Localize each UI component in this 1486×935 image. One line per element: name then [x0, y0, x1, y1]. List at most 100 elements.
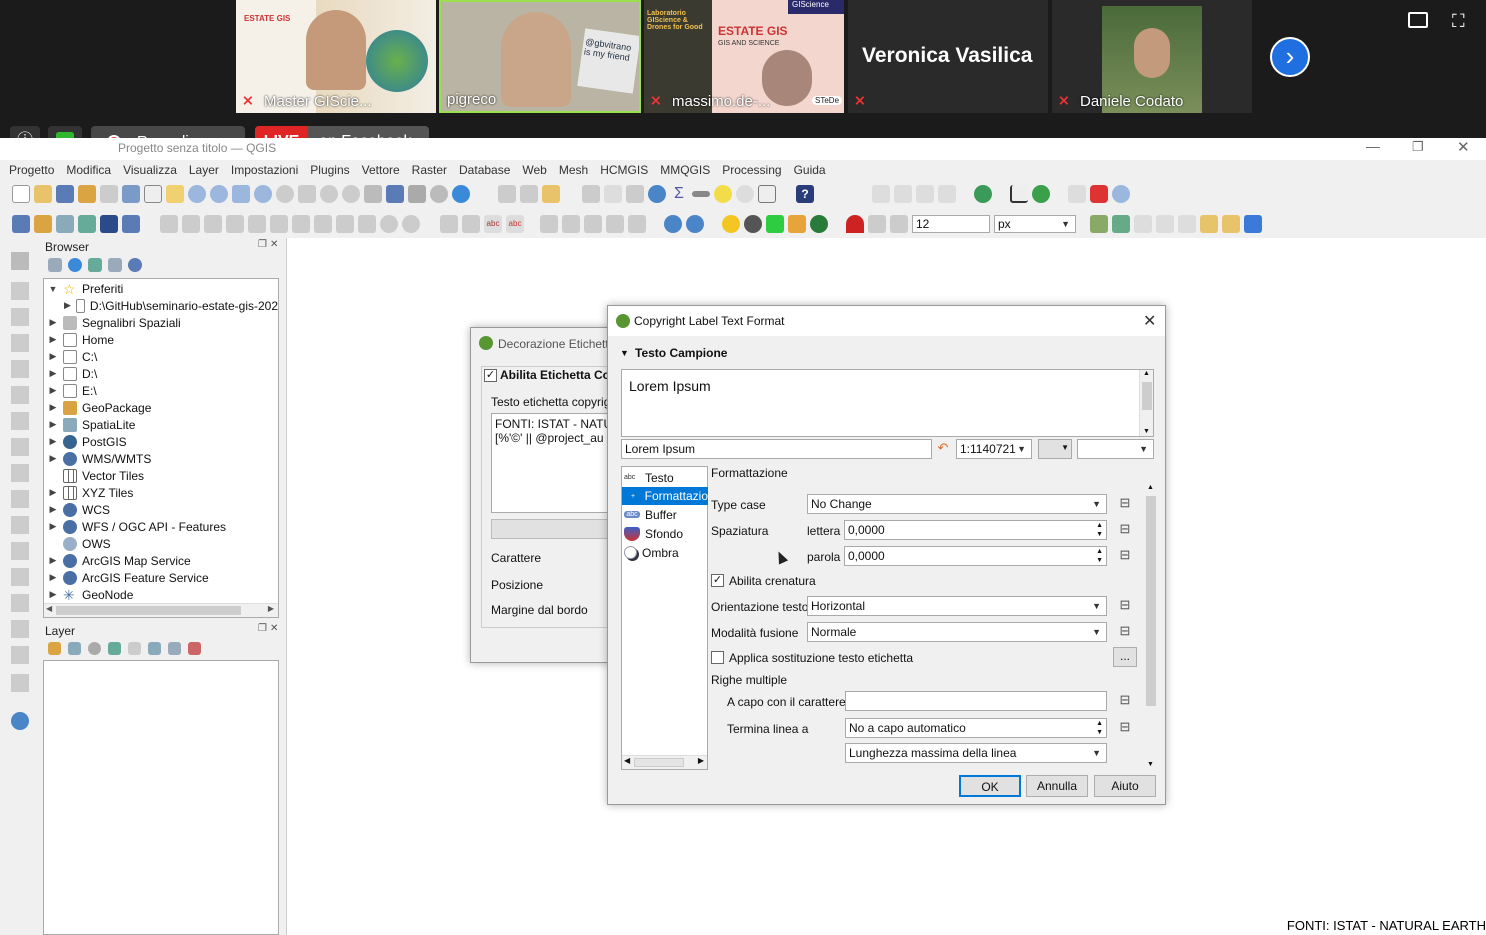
background-color-button[interactable]: ▼ [1038, 439, 1072, 459]
menu-guida[interactable]: Guida [794, 163, 826, 177]
collapse-all-icon[interactable] [108, 258, 122, 272]
enable-checkbox[interactable]: ✓ [484, 369, 497, 382]
data-defined-override-icon[interactable]: ⊟ [1115, 495, 1135, 513]
tool-icon-15[interactable] [11, 620, 29, 638]
sample-section-title[interactable]: Testo Campione [635, 346, 727, 360]
menu-hcmgis[interactable]: HCMGIS [600, 163, 648, 177]
expand-arrow-icon[interactable]: ▶ [48, 436, 58, 447]
zoom-in-icon[interactable] [188, 185, 206, 203]
show-bookmarks-icon[interactable] [408, 185, 426, 203]
snapping-tool-icon[interactable] [868, 215, 886, 233]
expand-arrow-icon[interactable]: ▶ [64, 300, 71, 311]
tool-icon-7[interactable] [11, 412, 29, 430]
participant-tile[interactable]: Laboratorio GIScience & Drones for Good … [644, 0, 844, 113]
show-labels-icon[interactable] [562, 215, 580, 233]
tab-buffer[interactable]: abc Buffer [624, 506, 707, 523]
preview-scrollbar[interactable]: ▲ ▼ [1139, 370, 1153, 436]
scrollbar-thumb[interactable] [634, 758, 684, 767]
snap-dropdown-icon[interactable] [890, 215, 908, 233]
tree-item-e-drive[interactable]: ▶ E:\ [48, 382, 278, 399]
spin-arrows-icon[interactable]: ▲ ▼ [1096, 547, 1103, 565]
tree-item-preferiti[interactable]: ▼ ☆ Preferiti [48, 280, 278, 297]
unit-select[interactable]: px ▼ [994, 215, 1076, 233]
add-geopackage-icon[interactable] [34, 215, 52, 233]
node-tool-icon[interactable] [270, 215, 288, 233]
zoom-layer-icon[interactable] [276, 185, 294, 203]
tab-formattazione[interactable]: + Formattazio [622, 487, 708, 505]
add-group-icon[interactable] [68, 642, 81, 655]
label-abc-icon[interactable]: abc [484, 215, 502, 233]
cancel-button[interactable]: Annulla [1026, 775, 1088, 797]
menu-modifica[interactable]: Modifica [66, 163, 111, 177]
delete-feature-icon[interactable] [292, 215, 310, 233]
wrap-mode-select[interactable]: Lunghezza massima della linea ▼ [845, 743, 1107, 763]
tool-icon-14[interactable] [11, 594, 29, 612]
tree-item-geonode[interactable]: ▶ ✳ GeoNode [48, 586, 278, 603]
sample-text-input[interactable]: Lorem Ipsum [621, 439, 932, 459]
zoom-native-icon[interactable] [298, 185, 316, 203]
formatting-scrollbar[interactable]: ▲ ▼ [1144, 484, 1158, 768]
menu-layer[interactable]: Layer [189, 163, 219, 177]
expand-arrow-icon[interactable]: ▶ [48, 487, 58, 498]
visibility-icon[interactable] [88, 642, 101, 655]
restore-icon[interactable]: ❐ [1412, 139, 1424, 155]
tool-icon-10[interactable] [11, 490, 29, 508]
substitution-checkbox[interactable] [711, 651, 724, 664]
tree-item-bookmarks[interactable]: ▶ Segnalibri Spaziali [48, 314, 278, 331]
expand-arrow-icon[interactable]: ▶ [48, 504, 58, 515]
bookmark-icon[interactable] [386, 185, 404, 203]
menu-impostazioni[interactable]: Impostazioni [231, 163, 298, 177]
info-plugin-icon[interactable] [810, 215, 828, 233]
close-panel-icon[interactable]: ✕ [270, 623, 278, 634]
fullscreen-icon[interactable]: ⛶ [1452, 12, 1470, 30]
scale-combobox[interactable]: 1:1140721 ▼ [956, 439, 1032, 459]
expand-arrow-icon[interactable]: ▶ [48, 453, 58, 464]
filter-icon[interactable] [108, 642, 121, 655]
tab-ombra[interactable]: Ombra [624, 544, 707, 561]
expand-arrow-icon[interactable]: ▶ [48, 368, 58, 379]
split-icon[interactable] [1134, 215, 1152, 233]
select-value-icon[interactable] [520, 185, 538, 203]
plugin-icon[interactable] [1090, 185, 1108, 203]
tree-item-postgis[interactable]: ▶ PostGIS [48, 433, 278, 450]
select-feature-icon[interactable] [498, 185, 516, 203]
measure-icon[interactable] [692, 191, 710, 197]
zoom-full-icon[interactable] [232, 185, 250, 203]
menu-visualizza[interactable]: Visualizza [123, 163, 177, 177]
data-source-manager-icon[interactable] [12, 215, 30, 233]
participant-tile[interactable]: ⨯ Daniele Codato [1052, 0, 1252, 113]
data-defined-override-icon[interactable]: ⊟ [1115, 597, 1135, 615]
menu-plugins[interactable]: Plugins [310, 163, 349, 177]
paste-feature-icon[interactable] [358, 215, 376, 233]
layout-manager-icon[interactable] [100, 185, 118, 203]
tree-item-geopackage[interactable]: ▶ GeoPackage [48, 399, 278, 416]
zoom-selection-icon[interactable] [254, 185, 272, 203]
ok-button[interactable]: OK [959, 775, 1021, 797]
tool-icon-8[interactable] [11, 438, 29, 456]
terrain-icon[interactable] [766, 215, 784, 233]
profile-icon[interactable] [1010, 185, 1028, 203]
digitize-pen-icon[interactable] [1200, 215, 1218, 233]
rotate-label-icon[interactable] [606, 215, 624, 233]
move-feature-icon[interactable] [248, 215, 266, 233]
menu-raster[interactable]: Raster [412, 163, 447, 177]
data-defined-override-icon[interactable]: ⊟ [1115, 521, 1135, 539]
tool-icon-18[interactable] [11, 712, 29, 730]
collapse-all-icon[interactable] [168, 642, 181, 655]
web-icon[interactable] [686, 215, 704, 233]
magnet-icon[interactable] [846, 215, 864, 233]
toggle-edit-icon[interactable] [182, 215, 200, 233]
deselect-icon[interactable] [542, 185, 560, 203]
expand-arrow-icon[interactable]: ▶ [48, 317, 58, 328]
horizontal-scrollbar[interactable]: ◀ ▶ [44, 603, 278, 617]
menu-web[interactable]: Web [522, 163, 546, 177]
expand-arrow-icon[interactable]: ▶ [48, 589, 58, 600]
annotation-icon[interactable] [1244, 215, 1262, 233]
label-abc-red-icon[interactable]: abc [506, 215, 524, 233]
view-mode-icon[interactable] [1408, 12, 1428, 28]
participant-tile-active[interactable]: @gbvitrano is my friend pigreco [439, 0, 641, 113]
reset-sample-icon[interactable]: ↶ [933, 440, 953, 458]
menu-vettore[interactable]: Vettore [362, 163, 400, 177]
preview-color-combobox[interactable]: ▼ [1077, 439, 1154, 459]
cut-icon[interactable] [314, 215, 332, 233]
